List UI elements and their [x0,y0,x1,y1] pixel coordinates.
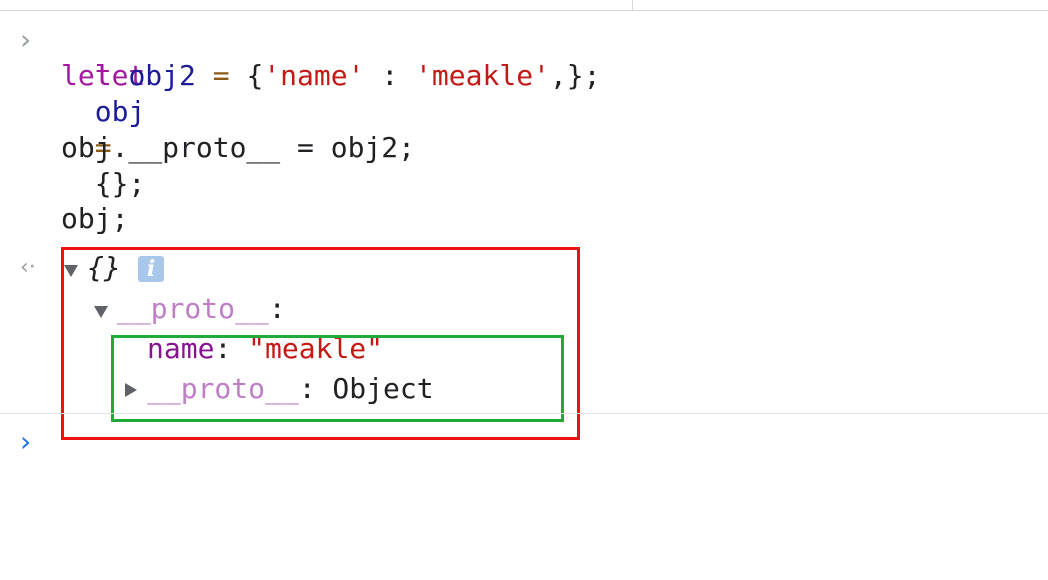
toolbar-separator [632,0,633,10]
code-line-1: let obj = {}; [61,22,146,202]
colon: : [364,59,416,92]
code-line-2: let obj2 = {'name' : 'meakle',}; [61,58,600,94]
object-literal: {}; [94,167,146,200]
console-input-prompt-icon[interactable]: › [20,424,31,460]
code-line-3: obj.__proto__ = obj2; [61,131,416,164]
console-divider [0,413,1048,414]
console-top-border [0,0,1048,11]
assign-operator: = [212,59,230,92]
brace-open: { [246,59,264,92]
string-name-key: 'name' [263,59,365,92]
code-line-4: obj; [61,202,129,235]
input-prompt-icon: › [20,23,32,56]
string-meakle: 'meakle' [415,59,550,92]
brace-close: ,}; [549,59,601,92]
highlight-box-inner [111,335,564,422]
identifier-obj: obj [94,95,146,128]
keyword-let: let [61,59,112,92]
result-prompt-icon: ‹· [20,255,36,280]
identifier-obj2: obj2 [128,59,196,92]
